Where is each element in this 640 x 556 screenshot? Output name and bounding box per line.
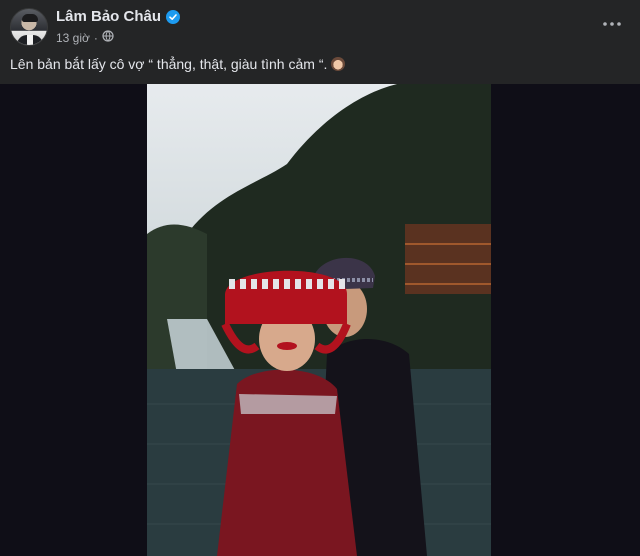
post-photo[interactable] (147, 84, 491, 556)
woman-red-hat (225, 270, 347, 324)
post-timestamp[interactable]: 13 giờ (56, 31, 90, 45)
photo-illustration (147, 84, 491, 556)
caption-text: Lên bản bắt lấy cô vợ “ thẳng, thật, già… (10, 56, 328, 72)
woman-face-emoji (331, 57, 346, 71)
woman-silver-trim (239, 394, 337, 414)
author-name[interactable]: Lâm Bảo Châu (56, 8, 161, 25)
post-meta: 13 giờ · (56, 30, 114, 45)
author-avatar[interactable] (10, 8, 48, 46)
post-media[interactable] (0, 84, 640, 556)
globe-icon[interactable] (102, 30, 114, 45)
more-options-icon[interactable] (600, 12, 624, 36)
post-caption: Lên bản bắt lấy cô vợ “ thẳng, thật, già… (10, 55, 610, 73)
meta-separator: · (93, 30, 98, 45)
woman-smile (277, 342, 297, 350)
avatar-shirt (27, 35, 33, 45)
post-header: Lâm Bảo Châu 13 giờ · (0, 0, 640, 48)
author-name-row: Lâm Bảo Châu (56, 8, 181, 25)
verified-badge-icon (166, 9, 181, 24)
avatar-hair (22, 14, 38, 22)
